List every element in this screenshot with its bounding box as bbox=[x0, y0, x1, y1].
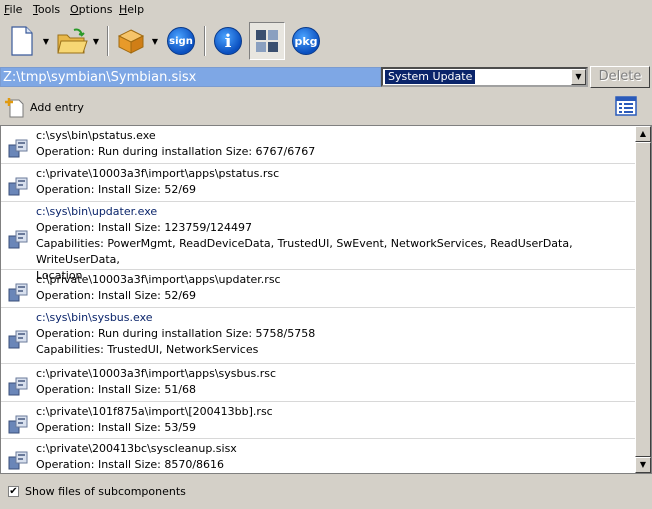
menu-help[interactable]: Help bbox=[119, 3, 144, 16]
menu-options-label: ptions bbox=[78, 3, 113, 16]
scroll-down-button[interactable]: ▼ bbox=[635, 457, 651, 473]
list-item-text: c:\sys\bin\sysbus.exe Operation: Run duri… bbox=[36, 310, 315, 358]
menu-options[interactable]: Options bbox=[70, 3, 112, 16]
package-box-icon bbox=[117, 29, 145, 54]
vertical-scrollbar[interactable]: ▲ ▼ bbox=[635, 126, 651, 473]
list-item-text: c:\private\101f875a\import\[200413bb].rs… bbox=[36, 404, 273, 436]
file-component-icon bbox=[8, 415, 28, 434]
list-item[interactable]: c:\private\10003a3f\import\apps\updater.… bbox=[1, 270, 635, 308]
file-path: c:\private\10003a3f\import\apps\pstatus.… bbox=[36, 167, 280, 180]
view-components-button[interactable] bbox=[249, 22, 285, 60]
list-item[interactable]: c:\private\200413bc\syscleanup.sisx Opera… bbox=[1, 439, 635, 473]
add-entry-button[interactable]: Add entry bbox=[4, 96, 84, 118]
file-capabilities: Capabilities: TrustedUI, NetworkServices bbox=[36, 343, 259, 356]
checkbox-check-icon: ✔ bbox=[8, 486, 19, 497]
menu-options-mnemonic: O bbox=[70, 3, 79, 16]
add-file-icon bbox=[5, 98, 24, 118]
file-operation: Operation: Install Size: 53/59 bbox=[36, 421, 197, 434]
scroll-thumb[interactable] bbox=[635, 142, 651, 457]
pkg-icon: pkg bbox=[292, 27, 320, 55]
toolbar-separator bbox=[107, 26, 109, 56]
new-file-icon bbox=[11, 26, 33, 56]
menu-help-label: elp bbox=[127, 3, 145, 16]
file-operation: Operation: Run during installation Size:… bbox=[36, 145, 316, 158]
file-path: c:\private\200413bc\syscleanup.sisx bbox=[36, 442, 237, 455]
file-operation: Operation: Install Size: 52/69 bbox=[36, 289, 197, 302]
file-component-icon bbox=[8, 451, 28, 470]
info-icon: i bbox=[214, 27, 242, 55]
chevron-down-icon[interactable]: ▼ bbox=[571, 69, 586, 85]
open-file-button[interactable] bbox=[54, 22, 90, 60]
file-component-icon bbox=[8, 377, 28, 396]
pkg-button[interactable]: pkg bbox=[288, 22, 324, 60]
file-operation: Operation: Run during installation Size:… bbox=[36, 327, 316, 340]
menu-bar: File Tools Options Help bbox=[0, 0, 652, 20]
file-component-icon bbox=[8, 330, 28, 349]
show-subcomponents-label: Show files of subcomponents bbox=[25, 485, 186, 498]
file-path: c:\sys\bin\pstatus.exe bbox=[36, 129, 156, 142]
show-subcomponents-checkbox[interactable]: ✔ Show files of subcomponents bbox=[8, 485, 186, 498]
add-entry-label: Add entry bbox=[30, 100, 84, 114]
menu-tools[interactable]: Tools bbox=[33, 3, 60, 16]
files-list[interactable]: c:\sys\bin\pstatus.exe Operation: Run dur… bbox=[0, 125, 652, 474]
new-file-dropdown[interactable]: ▼ bbox=[40, 22, 52, 60]
list-view-icon bbox=[615, 96, 637, 116]
component-select[interactable]: System Update ▼ bbox=[381, 67, 588, 87]
chevron-up-icon: ▲ bbox=[639, 129, 647, 138]
list-item-text: c:\private\200413bc\syscleanup.sisx Opera… bbox=[36, 441, 237, 473]
list-item-text: c:\private\10003a3f\import\apps\pstatus.… bbox=[36, 166, 279, 198]
add-entry-row: Add entry bbox=[0, 92, 652, 122]
chevron-down-icon: ▼ bbox=[42, 36, 50, 46]
open-file-dropdown[interactable]: ▼ bbox=[90, 22, 102, 60]
open-folder-icon bbox=[57, 28, 88, 54]
scroll-up-button[interactable]: ▲ bbox=[635, 126, 651, 142]
file-path: c:\private\10003a3f\import\apps\sysbus.r… bbox=[36, 367, 276, 380]
file-component-icon bbox=[8, 283, 28, 302]
file-operation: Operation: Install Size: 51/68 bbox=[36, 383, 197, 396]
chevron-down-icon: ▼ bbox=[639, 460, 647, 469]
menu-file[interactable]: File bbox=[4, 3, 22, 16]
path-row: Z:\tmp\symbian\Symbian.sisx System Updat… bbox=[0, 65, 652, 91]
component-select-value: System Update bbox=[385, 70, 476, 84]
list-item-text: c:\private\10003a3f\import\apps\updater.… bbox=[36, 272, 281, 304]
package-button[interactable] bbox=[113, 22, 149, 60]
footer: ✔ Show files of subcomponents bbox=[0, 478, 652, 508]
file-operation: Operation: Install Size: 8570/8616 bbox=[36, 458, 225, 471]
chevron-down-icon: ▼ bbox=[92, 36, 100, 46]
file-component-icon bbox=[8, 230, 28, 249]
list-item[interactable]: c:\private\10003a3f\import\apps\pstatus.… bbox=[1, 164, 635, 202]
chevron-down-icon: ▼ bbox=[151, 36, 159, 46]
package-dropdown[interactable]: ▼ bbox=[149, 22, 161, 60]
menu-file-label: ile bbox=[9, 3, 23, 16]
file-path: c:\sys\bin\updater.exe bbox=[36, 205, 158, 218]
toolbar-separator bbox=[204, 26, 206, 56]
list-item[interactable]: c:\sys\bin\updater.exe Operation: Install… bbox=[1, 202, 635, 282]
list-item[interactable]: c:\sys\bin\pstatus.exe Operation: Run dur… bbox=[1, 126, 635, 164]
sis-path-field[interactable]: Z:\tmp\symbian\Symbian.sisx bbox=[0, 67, 381, 87]
list-view-button[interactable] bbox=[614, 95, 638, 117]
new-file-button[interactable] bbox=[4, 22, 40, 60]
file-component-icon bbox=[8, 177, 28, 196]
file-operation: Operation: Install Size: 123759/124497 bbox=[36, 221, 253, 234]
file-capabilities: Capabilities: PowerMgmt, ReadDeviceData,… bbox=[36, 237, 573, 266]
list-item-text: c:\private\10003a3f\import\apps\sysbus.r… bbox=[36, 366, 276, 398]
file-operation: Operation: Install Size: 52/69 bbox=[36, 183, 197, 196]
file-path: c:\private\10003a3f\import\apps\updater.… bbox=[36, 273, 281, 286]
file-path: c:\sys\bin\sysbus.exe bbox=[36, 311, 153, 324]
menu-tools-label: ools bbox=[37, 3, 61, 16]
list-item[interactable]: c:\sys\bin\sysbus.exe Operation: Run duri… bbox=[1, 308, 635, 364]
delete-button[interactable]: Delete bbox=[590, 66, 650, 88]
list-item-text: c:\sys\bin\pstatus.exe Operation: Run dur… bbox=[36, 128, 315, 160]
sign-button[interactable]: sign bbox=[163, 22, 199, 60]
file-component-icon bbox=[8, 139, 28, 158]
components-grid-icon bbox=[256, 30, 278, 52]
toolbar: ▼ ▼ ▼ sign i pkg bbox=[0, 20, 652, 64]
list-item[interactable]: c:\private\10003a3f\import\apps\sysbus.r… bbox=[1, 364, 635, 402]
info-button[interactable]: i bbox=[210, 22, 246, 60]
list-item[interactable]: c:\private\101f875a\import\[200413bb].rs… bbox=[1, 402, 635, 439]
file-path: c:\private\101f875a\import\[200413bb].rs… bbox=[36, 405, 273, 418]
sign-icon: sign bbox=[167, 27, 195, 55]
